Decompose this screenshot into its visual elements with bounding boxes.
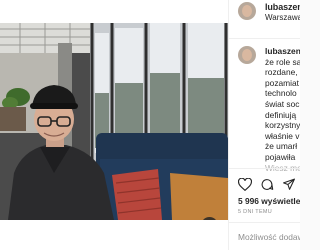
post-video[interactable] xyxy=(0,23,228,220)
post-username[interactable]: lubaszenk xyxy=(265,2,300,12)
comment-disabled-notice: Możliwość dodaw xyxy=(238,232,300,242)
heart-icon[interactable] xyxy=(238,178,252,191)
post-timestamp[interactable]: 5 DNI TEMU xyxy=(238,209,272,215)
post-side-panel: lubaszenk Warszawa lubaszenk że role są … xyxy=(228,0,300,250)
view-count[interactable]: 5 996 wyświetleń xyxy=(238,196,300,206)
caption-line: korzystny xyxy=(265,120,300,131)
caption-line: pozamiat xyxy=(265,77,299,88)
divider xyxy=(229,222,300,223)
divider xyxy=(229,38,300,39)
caption-line: że umarł xyxy=(265,141,298,152)
divider xyxy=(229,168,300,169)
post-location[interactable]: Warszawa xyxy=(265,13,300,22)
instagram-post-card: lubaszenk Warszawa lubaszenk że role są … xyxy=(0,0,300,250)
caption-line: technolo xyxy=(265,88,297,99)
caption-line: świat soc xyxy=(265,98,300,109)
avatar[interactable] xyxy=(238,2,256,20)
caption-line: że role są xyxy=(265,56,300,67)
caption-username[interactable]: lubaszenk xyxy=(265,46,300,57)
caption-line: rozdane, xyxy=(265,67,298,78)
caption-line: definiują xyxy=(265,109,297,120)
video-frame xyxy=(0,23,228,220)
caption-line: pojawiła xyxy=(265,151,296,162)
comment-icon[interactable] xyxy=(260,178,274,191)
share-icon[interactable] xyxy=(282,178,296,191)
caption-avatar[interactable] xyxy=(238,46,256,64)
caption-line: właśnie v xyxy=(265,130,300,141)
post-caption: lubaszenk że role są rozdane, pozamiat t… xyxy=(265,46,300,173)
